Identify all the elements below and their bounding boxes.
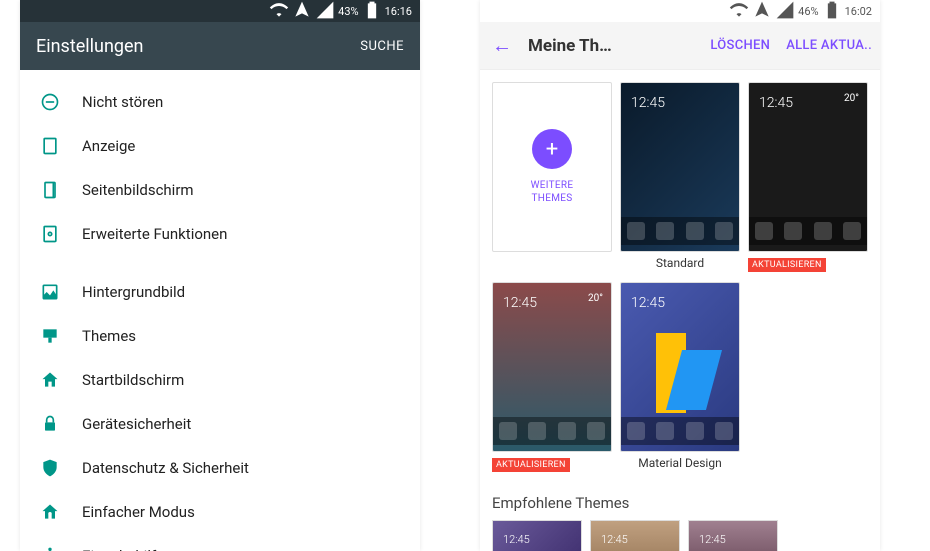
settings-item-label: Gerätesicherheit <box>82 415 191 433</box>
recommended-theme[interactable]: 12:45 <box>590 520 680 551</box>
battery-icon <box>822 0 842 23</box>
settings-item-label: Nicht stören <box>82 93 163 111</box>
signal-icon <box>775 0 795 23</box>
section-divider <box>20 256 420 270</box>
plus-icon: + <box>532 129 572 169</box>
settings-list: Nicht stören Anzeige Seitenbildschirm Er… <box>20 70 420 551</box>
delete-button[interactable]: LÖSCHEN <box>710 38 770 53</box>
home-icon <box>40 370 60 390</box>
settings-item-label: Seitenbildschirm <box>82 181 194 199</box>
recommended-row: 12:45 12:45 12:45 <box>480 520 880 551</box>
settings-item-label: Startbildschirm <box>82 371 184 389</box>
settings-item-privacy[interactable]: Datenschutz & Sicherheit <box>20 446 420 490</box>
settings-screen: 43% 16:16 Einstellungen SUCHE Nicht stör… <box>20 0 420 551</box>
wallpaper-icon <box>40 282 60 302</box>
themes-icon <box>40 326 60 346</box>
settings-item-easy[interactable]: Einfacher Modus <box>20 490 420 534</box>
wifi-icon <box>729 0 749 23</box>
location-icon <box>752 0 772 23</box>
edge-icon <box>40 180 60 200</box>
status-bar: 46% 16:02 <box>480 0 880 22</box>
wifi-icon <box>269 0 289 23</box>
add-theme-label: WEITERE THEMES <box>531 179 574 205</box>
recommended-theme[interactable]: 12:45 <box>688 520 778 551</box>
location-icon <box>292 0 312 23</box>
clock-time: 16:02 <box>845 5 872 18</box>
themes-screen: 46% 16:02 ← Meine Th… LÖSCHEN ALLE AKTUA… <box>480 0 880 551</box>
battery-percent: 43% <box>338 5 358 18</box>
battery-icon <box>362 0 382 23</box>
theme-card[interactable]: 12:45 20° AKTUALISIEREN <box>748 82 868 274</box>
settings-item-label: Datenschutz & Sicherheit <box>82 459 249 477</box>
settings-item-label: Erweiterte Funktionen <box>82 225 227 243</box>
app-header: Einstellungen SUCHE <box>20 22 420 70</box>
my-themes-grid: + WEITERE THEMES 12:45 Standard 12:45 20… <box>480 70 880 486</box>
settings-item-wallpaper[interactable]: Hintergrundbild <box>20 270 420 314</box>
recommended-theme[interactable]: 12:45 <box>492 520 582 551</box>
back-button[interactable]: ← <box>488 33 516 58</box>
update-badge: AKTUALISIEREN <box>748 258 826 272</box>
theme-card-standard[interactable]: 12:45 Standard <box>620 82 740 274</box>
easy-mode-icon <box>40 502 60 522</box>
settings-item-security[interactable]: Gerätesicherheit <box>20 402 420 446</box>
app-header: ← Meine Th… LÖSCHEN ALLE AKTUA.. <box>480 22 880 70</box>
settings-item-label: Anzeige <box>82 137 135 155</box>
settings-item-display[interactable]: Anzeige <box>20 124 420 168</box>
status-bar: 43% 16:16 <box>20 0 420 22</box>
advanced-icon <box>40 224 60 244</box>
settings-item-accessibility[interactable]: Eingabehilfe <box>20 534 420 551</box>
settings-item-home[interactable]: Startbildschirm <box>20 358 420 402</box>
search-button[interactable]: SUCHE <box>360 39 404 54</box>
update-badge: AKTUALISIEREN <box>492 458 570 472</box>
theme-name: Material Design <box>620 452 740 474</box>
page-title: Meine Th… <box>528 36 612 56</box>
theme-card-material[interactable]: 12:45 Material Design <box>620 282 740 474</box>
add-theme-card[interactable]: + WEITERE THEMES <box>492 82 612 274</box>
signal-icon <box>315 0 335 23</box>
settings-item-themes[interactable]: Themes <box>20 314 420 358</box>
update-all-button[interactable]: ALLE AKTUA.. <box>786 38 872 53</box>
settings-item-label: Eingabehilfe <box>82 547 164 551</box>
accessibility-icon <box>40 546 60 551</box>
battery-percent: 46% <box>798 5 818 18</box>
theme-card[interactable]: 12:45 20° AKTUALISIEREN <box>492 282 612 474</box>
settings-item-edge[interactable]: Seitenbildschirm <box>20 168 420 212</box>
recommended-section-title: Empfohlene Themes <box>480 486 880 520</box>
settings-item-label: Einfacher Modus <box>82 503 195 521</box>
settings-item-advanced[interactable]: Erweiterte Funktionen <box>20 212 420 256</box>
clock-time: 16:16 <box>385 5 412 18</box>
page-title: Einstellungen <box>36 36 143 57</box>
settings-item-dnd[interactable]: Nicht stören <box>20 80 420 124</box>
privacy-icon <box>40 458 60 478</box>
settings-item-label: Hintergrundbild <box>82 283 185 301</box>
display-icon <box>40 136 60 156</box>
theme-name: Standard <box>620 252 740 274</box>
settings-item-label: Themes <box>82 327 136 345</box>
lock-icon <box>40 414 60 434</box>
dnd-icon <box>40 92 60 112</box>
